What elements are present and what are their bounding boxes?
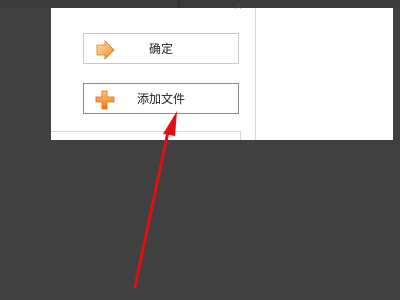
dialog-divider-vertical	[240, 131, 241, 140]
confirm-button[interactable]: 确定	[83, 33, 239, 64]
dialog-panel	[51, 8, 256, 140]
close-icon[interactable]: ×	[231, 0, 245, 11]
background-top-strip	[0, 0, 400, 8]
confirm-button-label: 确定	[148, 42, 173, 56]
add-file-button-label: 添加文件	[136, 92, 185, 106]
right-panel	[256, 8, 393, 140]
background-divider	[178, 0, 180, 8]
add-file-button[interactable]: 添加文件	[83, 83, 239, 114]
dialog-divider	[51, 131, 241, 132]
